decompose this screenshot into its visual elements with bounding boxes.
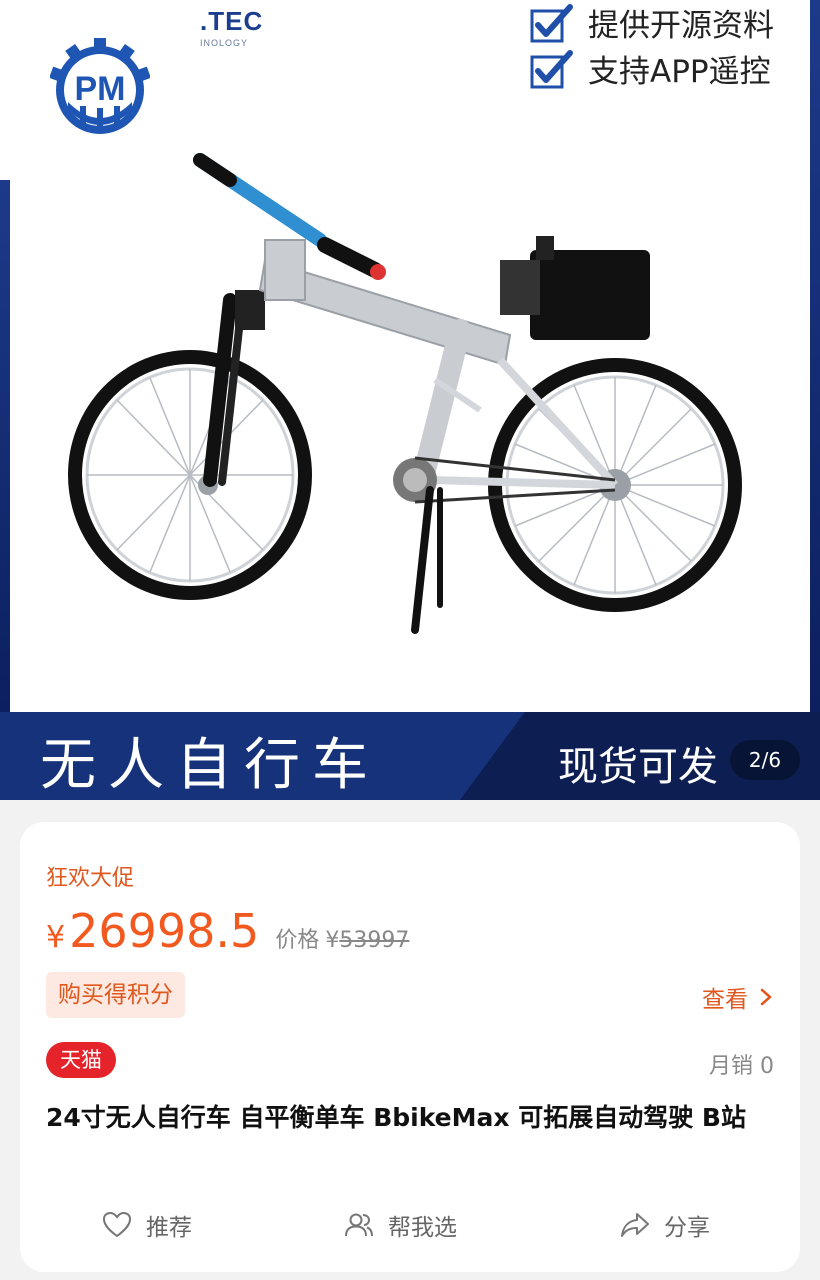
brand-name: .TEC <box>200 6 264 36</box>
chevron-right-icon <box>760 988 772 1006</box>
hero-edge-decoration <box>0 180 10 720</box>
action-label: 分享 <box>664 1215 710 1241</box>
original-price-symbol: ¥ <box>325 928 340 953</box>
view-points-link[interactable]: 查看 <box>702 980 774 1014</box>
monthly-sales: 月销 0 <box>709 1054 774 1079</box>
points-badge[interactable]: 购买得积分 <box>46 972 185 1018</box>
currency-symbol: ¥ <box>46 920 66 955</box>
users-icon <box>345 1213 373 1237</box>
checkbox-checked-icon <box>530 3 573 42</box>
checkbox-checked-icon <box>530 49 573 88</box>
share-icon <box>621 1213 649 1237</box>
banner-subtitle: 现货可发 <box>558 744 718 790</box>
hero-edge-decoration <box>810 0 820 720</box>
brand-logo-icon: PM <box>50 38 150 134</box>
promo-banner: 无人自行车 现货可发 <box>0 712 820 800</box>
feature-label: 提供开源资料 <box>588 8 774 44</box>
brand-subtext: INOLOGY <box>200 38 249 48</box>
product-image-carousel[interactable]: PM .TEC INOLOGY 提供开源资料 支持APP遥控 无人自行车 现货可… <box>0 0 820 800</box>
product-title: 24寸无人自行车 自平衡单车 BbikeMax 可拓展自动驾驶 B站 <box>46 1103 746 1132</box>
view-link-label: 查看 <box>702 987 748 1013</box>
feature-open-source: 提供开源资料 <box>530 0 774 45</box>
heart-icon <box>102 1211 132 1238</box>
action-label: 推荐 <box>146 1215 192 1241</box>
product-info-card: 狂欢大促 ¥ 26998.5 价格 ¥ 53997 购买得积分 查看 天猫 月销… <box>20 822 800 1272</box>
feature-app-control: 支持APP遥控 <box>530 46 771 91</box>
action-label: 帮我选 <box>388 1215 457 1241</box>
banner-title: 无人自行车 <box>40 733 380 798</box>
original-price-label: 价格 <box>275 928 320 953</box>
price-row: ¥ 26998.5 价格 ¥ 53997 <box>46 904 409 958</box>
share-button[interactable]: 分享 <box>620 1208 710 1242</box>
bicycle-image <box>68 153 742 634</box>
brand-logo-text: PM <box>75 70 126 108</box>
help-me-choose-button[interactable]: 帮我选 <box>344 1208 457 1242</box>
original-price: 53997 <box>339 928 410 953</box>
action-bar: 推荐 帮我选 分享 <box>20 1208 800 1252</box>
recommend-button[interactable]: 推荐 <box>102 1208 192 1242</box>
promo-label: 狂欢大促 <box>46 866 135 891</box>
image-page-counter: 2/6 <box>730 740 800 780</box>
current-price: 26998.5 <box>69 904 260 958</box>
feature-label: 支持APP遥控 <box>588 54 771 90</box>
store-badge: 天猫 <box>46 1042 116 1078</box>
